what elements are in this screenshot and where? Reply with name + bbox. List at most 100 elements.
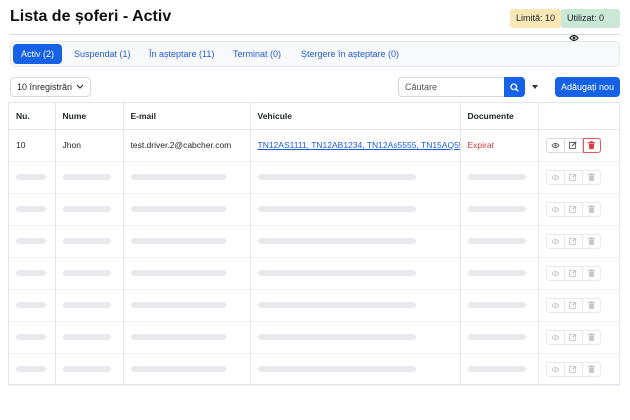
view-button[interactable]	[545, 233, 565, 249]
edit-button[interactable]	[564, 329, 583, 345]
column-header-name: Nume	[55, 103, 124, 130]
edit-button[interactable]	[564, 201, 583, 217]
skeleton-cell	[250, 161, 461, 194]
delete-button[interactable]	[582, 329, 601, 345]
trash-icon	[587, 237, 595, 245]
edit-button[interactable]	[564, 137, 583, 153]
cell-actions	[538, 129, 622, 162]
vehicles-link[interactable]: TN12AS1111, TN12AB1234, TN12As5555, TN15…	[258, 140, 460, 150]
records-per-page-select[interactable]: 10 înregistrări	[10, 77, 91, 97]
skeleton-placeholder	[16, 334, 46, 340]
skeleton-placeholder	[62, 206, 111, 212]
edit-button[interactable]	[564, 297, 583, 313]
skeleton-placeholder	[257, 270, 416, 276]
edit-button[interactable]	[564, 265, 583, 281]
skeleton-placeholder	[467, 270, 526, 276]
row-actions	[545, 201, 622, 217]
skeleton-placeholder	[130, 206, 226, 212]
skeleton-placeholder	[130, 302, 226, 308]
skeleton-cell	[55, 289, 124, 322]
view-button[interactable]	[545, 297, 565, 313]
skeleton-cell	[460, 257, 539, 290]
cell-actions	[538, 225, 621, 258]
search-options-caret[interactable]	[528, 77, 542, 97]
skeleton-placeholder	[257, 334, 416, 340]
skeleton-placeholder	[16, 270, 46, 276]
skeleton-row	[9, 225, 621, 258]
used-badge-label: Utilizat: 0	[567, 13, 605, 23]
skeleton-placeholder	[467, 302, 526, 308]
delete-button[interactable]	[582, 361, 601, 377]
page-title: Lista de șoferi - Activ	[10, 8, 172, 25]
row-actions	[545, 265, 622, 281]
skeleton-cell	[250, 225, 461, 258]
skeleton-cell	[9, 193, 56, 226]
skeleton-placeholder	[467, 238, 526, 244]
search-button[interactable]	[504, 77, 525, 97]
delete-button[interactable]	[582, 265, 601, 281]
view-button[interactable]	[545, 137, 565, 153]
search-input[interactable]	[398, 77, 504, 97]
skeleton-cell	[250, 289, 461, 322]
tab-terminated[interactable]: Terminat (0)	[225, 44, 289, 64]
tab-suspended[interactable]: Suspendat (1)	[66, 44, 139, 64]
limit-badge: Limită: 10	[510, 9, 562, 28]
drivers-table: Nu. Nume E-mail Vehicule Documente 10 Jh…	[8, 102, 622, 386]
edit-button[interactable]	[564, 169, 583, 185]
view-button[interactable]	[545, 329, 565, 345]
skeleton-placeholder	[130, 366, 226, 372]
cell-vehicles: TN12AS1111, TN12AB1234, TN12As5555, TN15…	[250, 129, 461, 162]
row-actions	[545, 297, 622, 313]
row-actions	[545, 329, 622, 345]
view-button[interactable]	[545, 169, 565, 185]
skeleton-placeholder	[130, 238, 226, 244]
delete-button[interactable]	[582, 137, 601, 153]
skeleton-cell	[460, 321, 539, 354]
trash-icon	[587, 333, 595, 341]
delete-button[interactable]	[582, 233, 601, 249]
view-button[interactable]	[545, 361, 565, 377]
skeleton-cell	[9, 321, 56, 354]
skeleton-placeholder	[16, 302, 46, 308]
skeleton-placeholder	[62, 270, 111, 276]
cell-actions	[538, 193, 622, 226]
skeleton-cell	[123, 225, 251, 258]
cell-actions	[538, 161, 621, 194]
skeleton-placeholder	[257, 366, 416, 372]
skeleton-placeholder	[130, 174, 226, 180]
skeleton-placeholder	[257, 206, 416, 212]
skeleton-placeholder	[16, 366, 46, 372]
delete-button[interactable]	[582, 169, 601, 185]
skeleton-cell	[123, 353, 251, 386]
edit-button[interactable]	[564, 233, 583, 249]
skeleton-cell	[123, 161, 251, 194]
skeleton-placeholder	[257, 238, 416, 244]
eye-icon	[550, 334, 560, 340]
view-button[interactable]	[545, 201, 565, 217]
delete-button[interactable]	[582, 201, 601, 217]
edit-icon	[569, 237, 577, 245]
column-header-email: E-mail	[123, 103, 251, 130]
edit-button[interactable]	[564, 361, 583, 377]
skeleton-cell	[460, 289, 539, 322]
skeleton-placeholder	[62, 238, 111, 244]
tab-pending-deletion[interactable]: Ștergere în așteptare (0)	[293, 44, 407, 64]
delete-button[interactable]	[582, 297, 601, 313]
view-button[interactable]	[545, 265, 565, 281]
skeleton-cell	[55, 257, 124, 290]
status-tabs: Activ (2) Suspendat (1) În așteptare (11…	[10, 41, 620, 67]
row-actions	[545, 137, 622, 153]
add-new-button[interactable]: Adăugați nou	[555, 77, 620, 97]
edit-icon	[569, 205, 577, 213]
skeleton-row	[9, 161, 621, 194]
tab-pending[interactable]: În așteptare (11)	[141, 44, 222, 64]
tab-active[interactable]: Activ (2)	[13, 44, 63, 64]
skeleton-row	[9, 193, 622, 226]
used-badge: Utilizat: 0	[561, 9, 620, 41]
skeleton-cell	[250, 193, 461, 226]
row-actions	[545, 361, 622, 377]
eye-icon	[550, 174, 560, 180]
chevron-down-icon	[76, 84, 84, 89]
skeleton-placeholder	[62, 334, 111, 340]
trash-icon	[587, 269, 595, 277]
